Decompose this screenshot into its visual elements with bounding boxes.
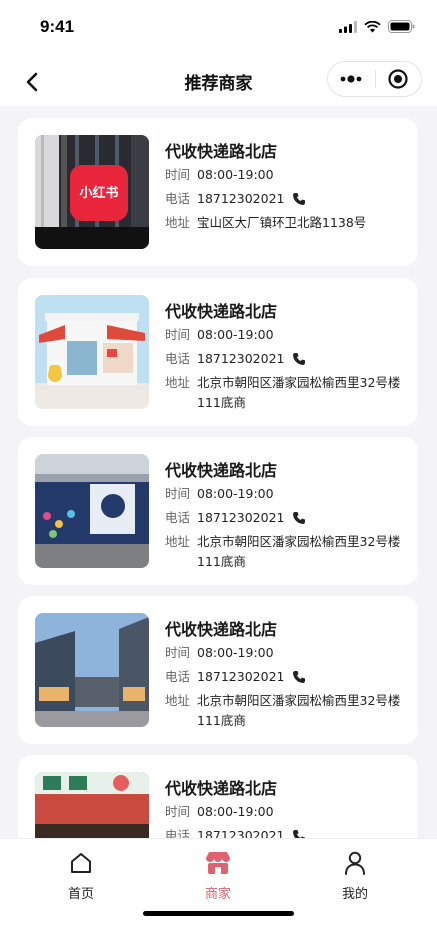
phone-icon[interactable] xyxy=(292,511,306,525)
nav-bar: 推荐商家 xyxy=(0,56,437,106)
phone-label: 电话 xyxy=(165,669,191,684)
hours-value: 08:00-19:00 xyxy=(197,486,274,501)
more-dots-icon xyxy=(340,75,362,83)
phone-icon[interactable] xyxy=(292,192,306,206)
address-row: 地址 北京市朝阳区潘家园松榆西里32号楼111底商 xyxy=(165,691,402,731)
phone-value: 18712302021 xyxy=(197,191,285,206)
merchant-card[interactable]: 代收快递路北店 时间 08:00-19:00 电话 18712302021 地址… xyxy=(18,596,418,744)
home-indicator xyxy=(143,911,294,916)
phone-icon[interactable] xyxy=(292,670,306,684)
address-value: 宝山区大厂镇环卫北路1138号 xyxy=(197,215,367,230)
hours-row: 时间 08:00-19:00 xyxy=(165,325,274,345)
phone-row: 电话 18712302021 xyxy=(165,826,306,838)
merchant-list[interactable]: 小红书 代收快递路北店 时间 08:00-19:00 电话 1871230202… xyxy=(0,106,437,838)
tab-me[interactable]: 我的 xyxy=(315,849,395,902)
shop-icon xyxy=(206,852,230,874)
capsule-menu-button[interactable] xyxy=(328,62,375,96)
merchant-card[interactable]: 代收快递路北店 时间 08:00-19:00 电话 18712302021 xyxy=(18,755,418,838)
mini-program-capsule xyxy=(327,61,422,97)
hours-label: 时间 xyxy=(165,645,191,660)
merchant-name: 代收快递路北店 xyxy=(165,461,278,480)
merchant-photo: 小红书 xyxy=(35,135,149,249)
phone-value: 18712302021 xyxy=(197,828,285,838)
merchant-name: 代收快递路北店 xyxy=(165,142,278,161)
tab-home[interactable]: 首页 xyxy=(41,849,121,902)
phone-label: 电话 xyxy=(165,191,191,206)
tab-shop-label: 商家 xyxy=(204,887,231,902)
address-label: 地址 xyxy=(165,375,191,390)
hours-row: 时间 08:00-19:00 xyxy=(165,484,274,504)
merchant-photo xyxy=(35,295,149,409)
hours-label: 时间 xyxy=(165,486,191,501)
address-row: 地址 北京市朝阳区潘家园松榆西里32号楼111底商 xyxy=(165,373,402,413)
tab-shop[interactable]: 商家 xyxy=(178,849,258,902)
address-row: 地址 北京市朝阳区潘家园松榆西里32号楼111底商 xyxy=(165,532,402,572)
merchant-name: 代收快递路北店 xyxy=(165,302,278,321)
phone-value: 18712302021 xyxy=(197,669,285,684)
phone-icon[interactable] xyxy=(292,352,306,366)
wifi-icon xyxy=(364,20,381,32)
address-label: 地址 xyxy=(165,215,191,230)
phone-label: 电话 xyxy=(165,510,191,525)
signal-icon xyxy=(339,20,357,33)
hours-label: 时间 xyxy=(165,167,191,182)
merchant-name: 代收快递路北店 xyxy=(165,620,278,639)
hours-row: 时间 08:00-19:00 xyxy=(165,643,274,663)
tab-home-label: 首页 xyxy=(67,887,94,902)
user-icon xyxy=(345,851,365,875)
address-value: 北京市朝阳区潘家园松榆西里32号楼111底商 xyxy=(197,375,401,410)
merchant-card[interactable]: 代收快递路北店 时间 08:00-19:00 电话 18712302021 地址… xyxy=(18,437,418,585)
status-icons xyxy=(339,20,415,33)
hours-value: 08:00-19:00 xyxy=(197,167,274,182)
phone-value: 18712302021 xyxy=(197,510,285,525)
merchant-card[interactable]: 小红书 代收快递路北店 时间 08:00-19:00 电话 1871230202… xyxy=(18,118,418,266)
address-label: 地址 xyxy=(165,693,191,708)
tab-me-label: 我的 xyxy=(341,887,368,902)
phone-row: 电话 18712302021 xyxy=(165,667,306,687)
hours-row: 时间 08:00-19:00 xyxy=(165,802,274,822)
phone-label: 电话 xyxy=(165,828,191,838)
phone-icon[interactable] xyxy=(292,829,306,838)
merchant-photo xyxy=(35,772,149,838)
merchant-photo xyxy=(35,613,149,727)
merchant-card[interactable]: 代收快递路北店 时间 08:00-19:00 电话 18712302021 地址… xyxy=(18,278,418,426)
phone-row: 电话 18712302021 xyxy=(165,349,306,369)
phone-row: 电话 18712302021 xyxy=(165,508,306,528)
status-time: 9:41 xyxy=(40,17,75,36)
phone-row: 电话 18712302021 xyxy=(165,189,306,209)
target-icon xyxy=(388,69,408,89)
logo-text: 小红书 xyxy=(79,186,119,201)
battery-icon xyxy=(388,20,415,33)
phone-label: 电话 xyxy=(165,351,191,366)
hours-label: 时间 xyxy=(165,804,191,819)
merchant-photo xyxy=(35,454,149,568)
home-icon xyxy=(71,853,91,873)
address-row: 地址 宝山区大厂镇环卫北路1138号 xyxy=(165,213,402,233)
hours-label: 时间 xyxy=(165,327,191,342)
status-bar: 9:41 xyxy=(0,0,437,56)
capsule-close-button[interactable] xyxy=(375,62,421,96)
hours-value: 08:00-19:00 xyxy=(197,327,274,342)
tab-bar: 首页 商家 我的 xyxy=(0,838,437,933)
address-value: 北京市朝阳区潘家园松榆西里32号楼111底商 xyxy=(197,693,401,728)
merchant-name: 代收快递路北店 xyxy=(165,779,278,798)
hours-row: 时间 08:00-19:00 xyxy=(165,165,274,185)
hours-value: 08:00-19:00 xyxy=(197,645,274,660)
address-value: 北京市朝阳区潘家园松榆西里32号楼111底商 xyxy=(197,534,401,569)
hours-value: 08:00-19:00 xyxy=(197,804,274,819)
phone-value: 18712302021 xyxy=(197,351,285,366)
address-label: 地址 xyxy=(165,534,191,549)
